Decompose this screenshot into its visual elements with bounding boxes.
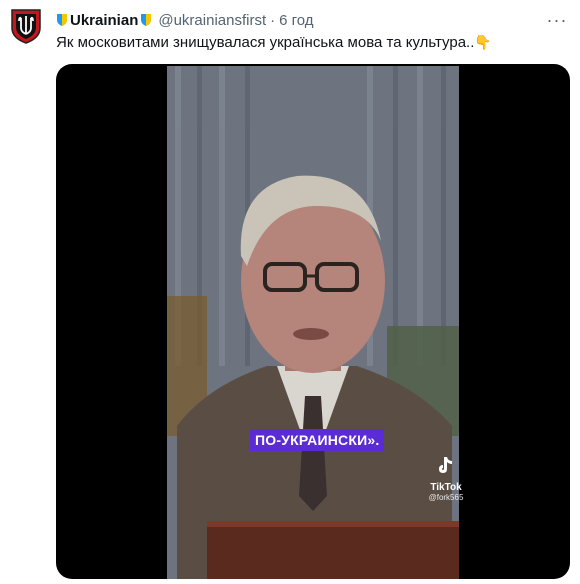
avatar[interactable] — [10, 8, 42, 44]
more-options-button[interactable]: ··· — [546, 10, 568, 30]
dot-separator: · — [270, 11, 276, 29]
shield-badge-icon — [57, 14, 67, 26]
shield-badge-icon — [141, 14, 152, 26]
tiktok-username: @fork565 — [428, 493, 464, 502]
tweet[interactable]: Ukrainian @ukrainiansfirst · 6 год ··· Я… — [0, 0, 580, 584]
tweet-header: Ukrainian @ukrainiansfirst · 6 год — [56, 10, 540, 30]
pointing-down-emoji: 👇 — [474, 34, 492, 50]
tweet-body: Як московитами знищувалася українська мо… — [56, 34, 475, 51]
trident-emblem-icon — [11, 9, 41, 44]
tiktok-brand: TikTok — [430, 482, 462, 493]
tweet-text: Як московитами знищувалася українська мо… — [56, 32, 560, 53]
tiktok-logo-icon — [439, 457, 452, 473]
timestamp[interactable]: 6 год — [279, 12, 313, 29]
author-name[interactable]: Ukrainian — [70, 12, 138, 29]
video-frame — [167, 66, 459, 579]
more-horizontal-icon: ··· — [546, 9, 568, 30]
video-player[interactable]: ПО-УКРАИНСКИ». TikTok @fork565 — [56, 64, 570, 579]
author-handle[interactable]: @ukrainiansfirst — [158, 12, 266, 29]
video-caption: ПО-УКРАИНСКИ». — [250, 429, 385, 451]
tiktok-watermark: TikTok @fork565 — [426, 456, 466, 502]
